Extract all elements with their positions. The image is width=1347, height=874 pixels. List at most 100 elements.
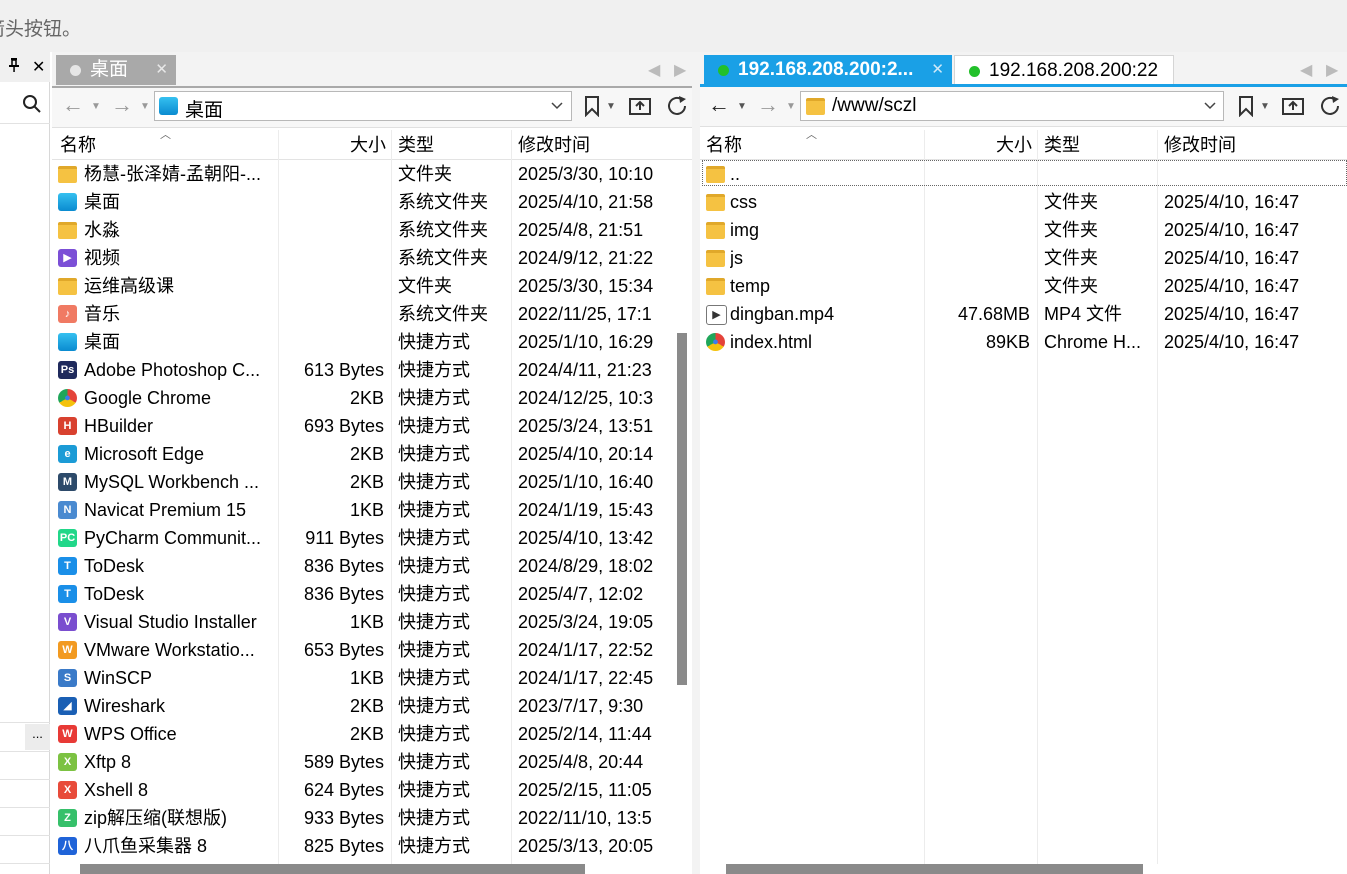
chrome-icon: ●: [58, 389, 77, 407]
cell-modified: 2025/4/10, 21:58: [518, 192, 654, 212]
column-header-name[interactable]: 名称: [60, 130, 96, 160]
close-icon[interactable]: ✕: [32, 57, 45, 77]
cell-name: css: [730, 192, 757, 212]
table-row[interactable]: 水淼 系统文件夹 2025/4/8, 21:51: [52, 216, 672, 244]
right-file-list: .. css 文件夹 2025/4/10, 16:47 img 文件夹 2025/4/10,…: [700, 160, 1347, 380]
table-row[interactable]: css 文件夹 2025/4/10, 16:47: [700, 188, 1347, 216]
cell-type: 系统文件夹: [398, 192, 488, 212]
chevron-down-icon[interactable]: ▼: [140, 101, 150, 112]
column-header-size[interactable]: 大小: [280, 130, 386, 160]
table-row[interactable]: temp 文件夹 2025/4/10, 16:47: [700, 272, 1347, 300]
table-row[interactable]: ..: [700, 160, 1347, 188]
tab-session-1[interactable]: 192.168.208.200:2... ✕: [704, 55, 952, 85]
chevron-down-icon[interactable]: ▼: [606, 101, 616, 112]
pane-splitter[interactable]: [692, 52, 700, 874]
table-row[interactable]: M MySQL Workbench ... 2KB 快捷方式 2025/1/10, 16…: [52, 468, 672, 496]
column-header-type[interactable]: 类型: [398, 130, 434, 160]
cell-type: 快捷方式: [398, 472, 470, 492]
more-button[interactable]: ...: [25, 724, 50, 750]
refresh-icon[interactable]: [1318, 94, 1342, 123]
horizontal-scrollbar[interactable]: [726, 864, 1143, 874]
tab-label: 192.168.208.200:22: [989, 60, 1159, 81]
cell-name: PyCharm Communit...: [84, 528, 262, 548]
tab-scroll-right-icon[interactable]: ▶: [674, 60, 686, 80]
cell-modified: 2025/1/10, 16:40: [518, 472, 654, 492]
bazhuayu-icon: 八: [58, 837, 77, 855]
table-row[interactable]: ● index.html 89KB Chrome H... 2025/4/10, 16:…: [700, 328, 1347, 356]
table-row[interactable]: js 文件夹 2025/4/10, 16:47: [700, 244, 1347, 272]
chevron-down-icon[interactable]: [550, 96, 564, 117]
divider: [0, 123, 50, 124]
table-row[interactable]: 桌面 快捷方式 2025/1/10, 16:29: [52, 328, 672, 356]
cell-modified: 2025/4/8, 21:51: [518, 220, 644, 240]
bookmark-icon[interactable]: [1237, 95, 1255, 122]
cell-name: img: [730, 220, 760, 240]
table-row[interactable]: ♪ 音乐 系统文件夹 2022/11/25, 17:1: [52, 300, 672, 328]
table-row[interactable]: ◢ Wireshark 2KB 快捷方式 2023/7/17, 9:30: [52, 692, 672, 720]
table-row[interactable]: ▶ dingban.mp4 47.68MB MP4 文件 2025/4/10, 16:4…: [700, 300, 1347, 328]
cell-type: [1044, 160, 1156, 188]
column-header-type[interactable]: 类型: [1044, 130, 1080, 160]
bookmark-icon[interactable]: [583, 95, 601, 122]
table-row[interactable]: W VMware Workstatio... 653 Bytes 快捷方式 2024/1…: [52, 636, 672, 664]
search-icon[interactable]: [22, 94, 42, 119]
tab-scroll-left-icon[interactable]: ◀: [1300, 60, 1312, 80]
table-row[interactable]: H HBuilder 693 Bytes 快捷方式 2025/3/24, 13:51: [52, 412, 672, 440]
table-row[interactable]: e Microsoft Edge 2KB 快捷方式 2025/4/10, 20:14: [52, 440, 672, 468]
table-row[interactable]: ● Google Chrome 2KB 快捷方式 2024/12/25, 10:3: [52, 384, 672, 412]
parent-folder-icon[interactable]: [1281, 94, 1305, 121]
folder-icon: [706, 250, 725, 267]
table-row[interactable]: 桌面 系统文件夹 2025/4/10, 21:58: [52, 188, 672, 216]
table-row[interactable]: V Visual Studio Installer 1KB 快捷方式 2025/3/24…: [52, 608, 672, 636]
cell-type: 文件夹: [398, 276, 452, 296]
chevron-down-icon[interactable]: ▼: [1260, 101, 1270, 112]
close-tab-icon[interactable]: ✕: [155, 55, 168, 85]
pycharm-icon: PC: [58, 529, 77, 547]
cell-size: 89KB: [985, 332, 1030, 352]
cell-type: 快捷方式: [398, 500, 470, 520]
table-row[interactable]: ▶ 视频 系统文件夹 2024/9/12, 21:22: [52, 244, 672, 272]
column-header-modified[interactable]: 修改时间: [1164, 130, 1236, 160]
table-row[interactable]: T ToDesk 836 Bytes 快捷方式 2025/4/7, 12:02: [52, 580, 672, 608]
refresh-icon[interactable]: [665, 94, 689, 123]
tab-desktop[interactable]: 桌面 ✕: [56, 55, 176, 85]
tab-scroll-right-icon[interactable]: ▶: [1326, 60, 1338, 80]
back-arrow-icon[interactable]: ←: [62, 92, 84, 118]
chevron-down-icon[interactable]: ▼: [91, 101, 101, 112]
back-arrow-icon[interactable]: ←: [708, 92, 730, 118]
chevron-down-icon[interactable]: ▼: [786, 101, 796, 112]
column-header-size[interactable]: 大小: [926, 130, 1032, 160]
pin-icon[interactable]: [8, 58, 20, 76]
column-header-modified[interactable]: 修改时间: [518, 130, 590, 160]
wireshark-icon: ◢: [58, 697, 77, 715]
table-row[interactable]: PC PyCharm Communit... 911 Bytes 快捷方式 2025/4…: [52, 524, 672, 552]
table-row[interactable]: Zzip解压缩(联想版) 933 Bytes 快捷方式 2022/11/10, 13:…: [52, 804, 672, 832]
column-header-name[interactable]: 名称: [706, 130, 742, 160]
tab-scroll-left-icon[interactable]: ◀: [648, 60, 660, 80]
vertical-scrollbar[interactable]: [677, 333, 687, 685]
cell-name: index.html: [730, 332, 813, 352]
table-row[interactable]: 运维高级课 文件夹 2025/3/30, 15:34: [52, 272, 672, 300]
table-row[interactable]: Ps Adobe Photoshop C... 613 Bytes 快捷方式 2024/…: [52, 356, 672, 384]
forward-arrow-icon[interactable]: →: [111, 92, 133, 118]
cell-modified: 2024/9/12, 21:22: [518, 248, 654, 268]
table-row[interactable]: 八八爪鱼采集器 8 825 Bytes 快捷方式 2025/3/13, 20:05: [52, 832, 672, 860]
cell-modified: [1164, 160, 1344, 188]
horizontal-scrollbar[interactable]: [80, 864, 585, 874]
table-row[interactable]: X Xftp 8 589 Bytes 快捷方式 2025/4/8, 20:44: [52, 748, 672, 776]
cell-size: 2KB: [349, 696, 384, 716]
forward-arrow-icon[interactable]: →: [757, 92, 779, 118]
chevron-down-icon[interactable]: [1203, 96, 1217, 117]
cell-size: 1KB: [349, 500, 384, 520]
parent-folder-icon[interactable]: [628, 94, 652, 121]
table-row[interactable]: W WPS Office 2KB 快捷方式 2025/2/14, 11:44: [52, 720, 672, 748]
tab-session-2[interactable]: 192.168.208.200:22: [954, 55, 1174, 85]
table-row[interactable]: X Xshell 8 624 Bytes 快捷方式 2025/2/15, 11:05: [52, 776, 672, 804]
table-row[interactable]: T ToDesk 836 Bytes 快捷方式 2024/8/29, 18:02: [52, 552, 672, 580]
table-row[interactable]: S WinSCP 1KB 快捷方式 2024/1/17, 22:45: [52, 664, 672, 692]
chevron-down-icon[interactable]: ▼: [737, 101, 747, 112]
table-row[interactable]: img 文件夹 2025/4/10, 16:47: [700, 216, 1347, 244]
table-row[interactable]: 杨慧-张泽婧-孟朝阳-... 文件夹 2025/3/30, 10:10: [52, 160, 672, 188]
close-tab-icon[interactable]: ✕: [931, 55, 944, 85]
table-row[interactable]: N Navicat Premium 15 1KB 快捷方式 2024/1/19, 15:…: [52, 496, 672, 524]
